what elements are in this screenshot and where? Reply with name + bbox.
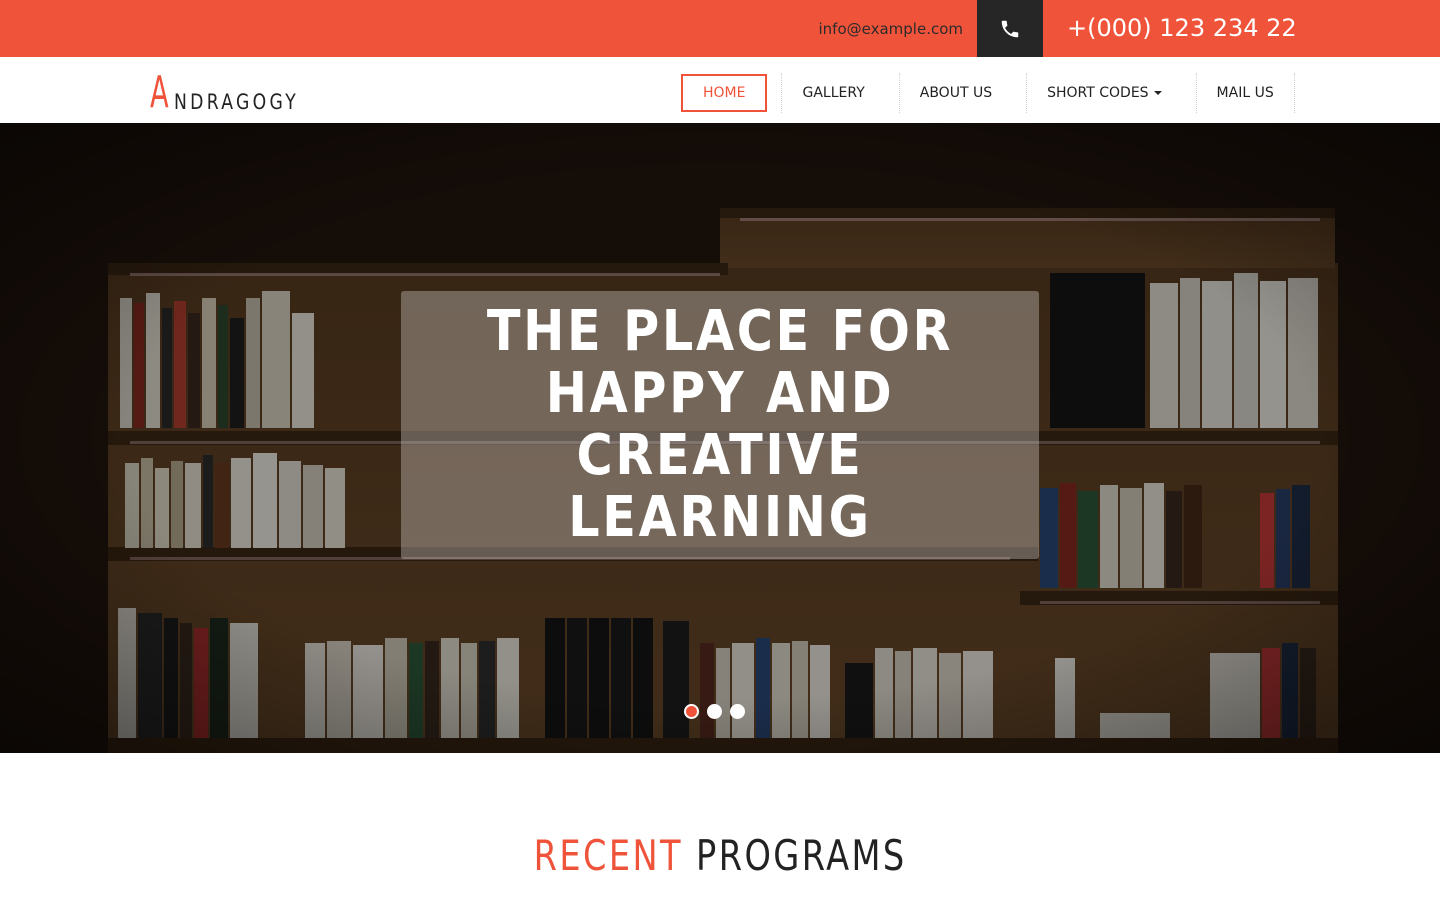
nav-item-about-us[interactable]: ABOUT US [900,74,1012,112]
section-title: RECENT PROGRAMS [0,826,1440,886]
nav-item-gallery[interactable]: GALLERY [782,74,884,112]
phone-icon [1001,20,1019,37]
brand-logo[interactable]: A NDRAGOGY [150,67,326,118]
contact-email[interactable]: info@example.com [819,0,964,57]
nav-divider [1293,73,1295,113]
nav-item-short-codes[interactable]: SHORT CODES [1027,74,1181,112]
slider-dot-3[interactable] [730,704,745,719]
hero-caption: THE PLACE FOR HAPPY AND CREATIVE LEARNIN… [439,301,1000,549]
contact-phone[interactable]: +(000) 123 234 22 [1067,0,1297,57]
hero-slider: THE PLACE FOR HAPPY AND CREATIVE LEARNIN… [0,123,1440,753]
section-title-accent: RECENT [533,831,683,880]
top-bar: info@example.com +(000) 123 234 22 [0,0,1440,57]
hero-caption-line: LEARNING [568,485,872,550]
brand-initial: A [150,67,169,118]
slider-dot-2[interactable] [707,704,722,719]
nav-item-home[interactable]: HOME [681,74,768,112]
section-title-main: PROGRAMS [695,831,907,880]
hero-caption-box: THE PLACE FOR HAPPY AND CREATIVE LEARNIN… [401,291,1039,559]
hero-caption-line: HAPPY AND CREATIVE [545,361,895,488]
nav-menu: HOME GALLERY ABOUT US SHORT CODES MAIL U… [681,73,1295,113]
nav-item-mail-us[interactable]: MAIL US [1197,74,1294,112]
brand-name: NDRAGOGY [174,90,300,114]
slider-dot-1[interactable] [684,704,699,719]
nav-item-short-codes-label: SHORT CODES [1047,85,1149,101]
hero-caption-line: THE PLACE FOR [486,299,954,364]
phone-icon-box [977,0,1043,57]
slider-pagination [684,704,745,719]
caret-down-icon [1153,91,1162,95]
main-navbar: A NDRAGOGY HOME GALLERY ABOUT US SHORT C… [0,57,1440,123]
